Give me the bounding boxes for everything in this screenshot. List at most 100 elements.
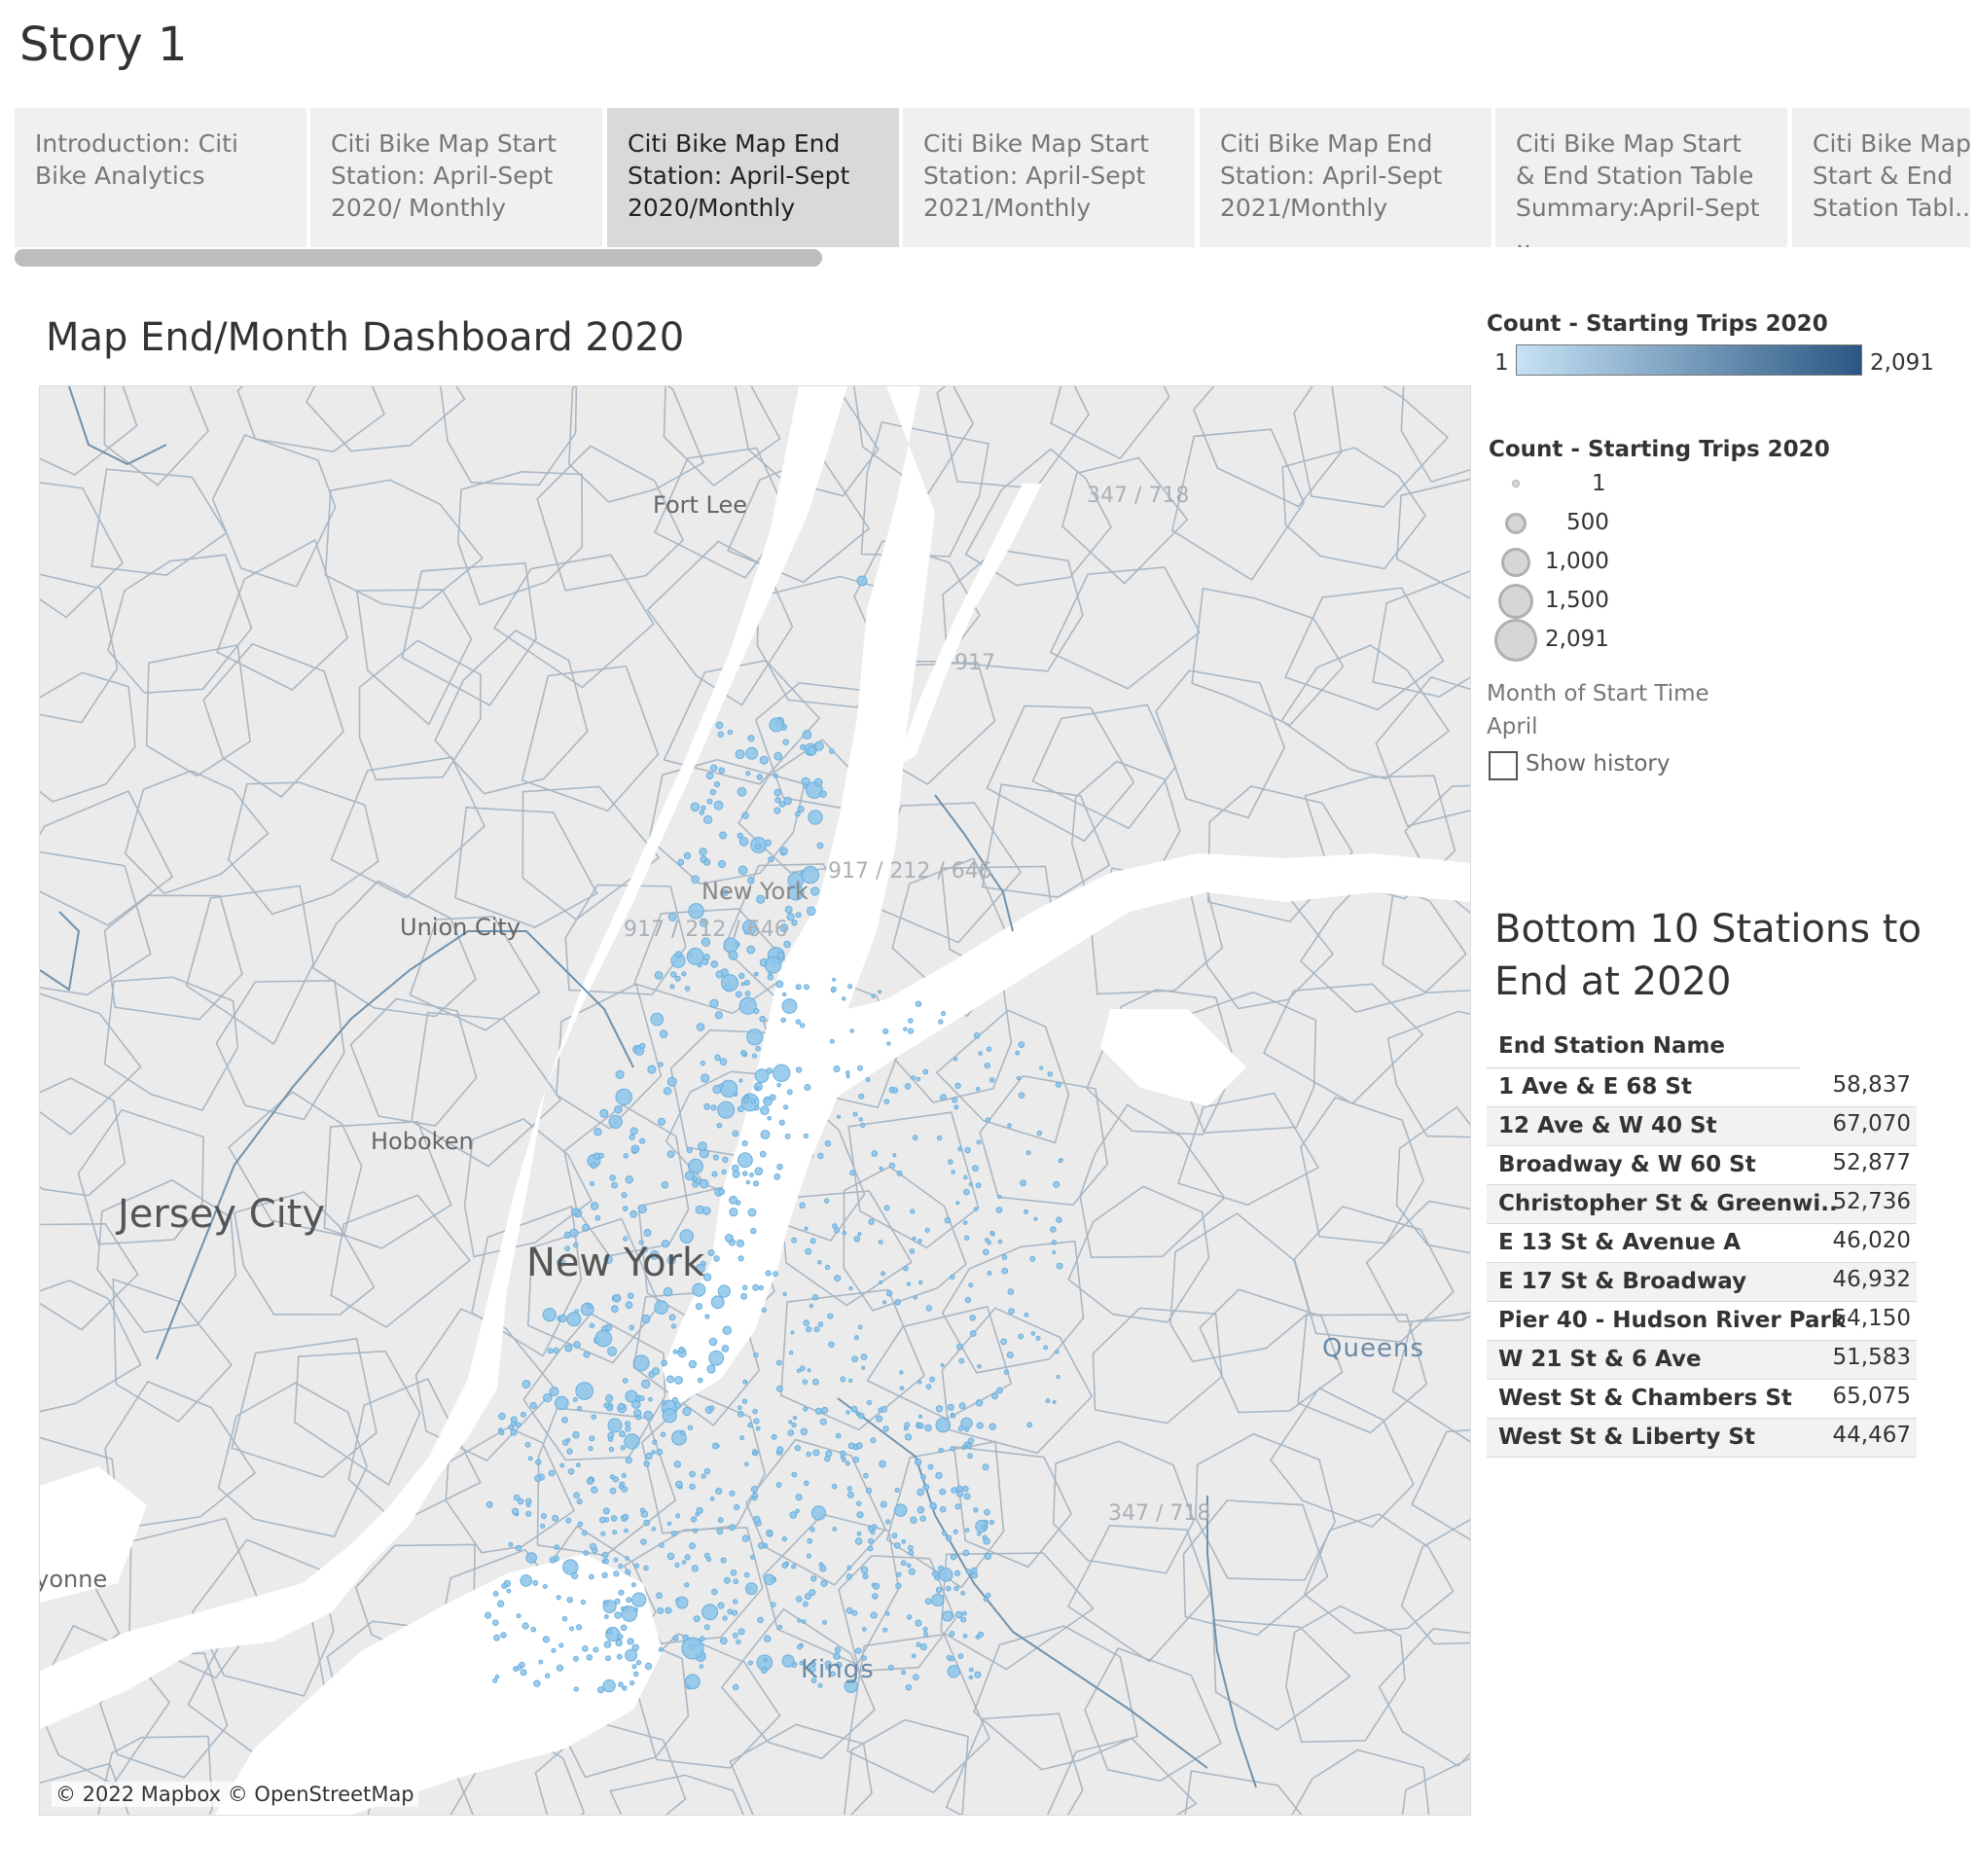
station-marker [605,1394,614,1403]
map-region [1067,1185,1210,1323]
station-marker [782,1291,787,1297]
station-marker [644,1662,653,1671]
station-marker [882,1425,889,1432]
station-marker [753,1515,761,1524]
station-marker [754,843,762,850]
station-marker [629,1127,638,1136]
map-attribution[interactable]: © 2022 Mapbox © OpenStreetMap [52,1782,418,1807]
map-view[interactable]: Fort Lee 347 / 718 917 917 / 212 / 646 N… [39,385,1471,1816]
table-header-end-station[interactable]: End Station Name [1487,1033,1800,1068]
station-marker [947,1403,954,1411]
station-marker [791,1471,798,1478]
station-marker [758,1542,765,1549]
show-history-label[interactable]: Show history [1526,751,1670,776]
station-marker [956,1490,964,1497]
table-row[interactable]: E 13 St & Avenue A 46,020 [1487,1224,1917,1263]
station-marker [674,1562,680,1569]
station-marker [525,1502,531,1508]
station-marker [621,1605,638,1622]
show-history-checkbox[interactable] [1489,751,1518,780]
station-marker [700,1636,705,1642]
station-marker [754,1068,770,1084]
station-marker [963,1188,970,1196]
station-marker [754,1104,760,1111]
station-marker [847,984,853,990]
station-marker [795,912,802,919]
station-marker [824,1264,831,1271]
station-marker [695,1511,701,1517]
station-count: 65,075 [1832,1384,1911,1409]
station-marker [802,1379,809,1386]
station-marker [917,1423,924,1429]
tab-map-end-2020[interactable]: Citi Bike Map End Station: April-Sept 20… [607,108,899,247]
tab-map-end-2021[interactable]: Citi Bike Map End Station: April-Sept 20… [1200,108,1492,247]
station-marker [961,1610,967,1616]
station-marker [850,1405,858,1413]
tab-scrollbar-thumb[interactable] [15,249,822,267]
table-row[interactable]: Pier 40 - Hudson River Park 54,150 [1487,1302,1917,1341]
station-marker [915,1000,922,1007]
table-row[interactable]: W 21 St & 6 Ave 51,583 [1487,1341,1917,1380]
station-marker [729,1208,738,1217]
tab-introduction[interactable]: Introduction: Citi Bike Analytics [15,108,306,247]
station-marker [966,1443,973,1449]
station-marker [719,1058,728,1066]
table-row[interactable]: West St & Liberty St 44,467 [1487,1419,1917,1458]
table-row[interactable]: E 17 St & Broadway 46,932 [1487,1263,1917,1302]
map-region [112,1278,234,1424]
station-marker [806,1451,812,1458]
station-marker [627,1292,634,1300]
map-region [40,671,136,803]
station-marker [651,1367,661,1376]
map-region [107,554,253,694]
station-marker [609,1174,617,1181]
table-row[interactable]: 1 Ave & E 68 St 58,837 [1487,1068,1917,1107]
station-marker [1056,1374,1060,1380]
table-row[interactable]: Christopher St & Greenwi.. 52,736 [1487,1185,1917,1224]
map-region [1177,1092,1320,1207]
station-marker [588,1573,594,1580]
station-marker [706,1364,716,1374]
tab-map-start-2020[interactable]: Citi Bike Map Start Station: April-Sept … [310,108,602,247]
table-row[interactable]: West St & Chambers St 65,075 [1487,1380,1917,1419]
station-marker [872,1593,879,1600]
station-marker [590,1202,599,1210]
station-marker [697,1377,703,1384]
station-marker [828,1341,835,1348]
station-marker [735,749,745,760]
station-marker [692,1180,700,1188]
station-marker [849,1170,856,1176]
station-marker [885,1519,891,1525]
tab-table-summary[interactable]: Citi Bike Map Start & End Station Table … [1495,108,1787,247]
month-filter-value[interactable]: April [1487,714,1538,740]
tab-table-summary-2[interactable]: Citi Bike Map Start & End Station Tabl.. [1792,108,1970,247]
station-marker [831,1483,838,1490]
station-marker [607,1346,618,1356]
station-marker [791,1564,797,1569]
station-marker [1018,1092,1025,1100]
station-marker [621,1192,628,1199]
station-marker [617,1633,624,1641]
station-marker [868,1537,874,1544]
station-marker [803,1406,809,1412]
station-marker [984,1508,990,1516]
station-marker [817,1152,824,1160]
station-marker [515,1544,522,1552]
map-canvas[interactable] [40,386,1470,1815]
station-count: 51,583 [1832,1345,1911,1370]
station-marker [625,1421,630,1427]
tab-scrollbar[interactable] [15,249,1970,267]
station-marker [494,1675,500,1679]
station-marker [813,1326,820,1333]
table-row[interactable]: 12 Ave & W 40 St 67,070 [1487,1107,1917,1146]
table-row[interactable]: Broadway & W 60 St 52,877 [1487,1146,1917,1185]
station-marker [845,1410,850,1415]
map-region [40,573,119,724]
station-marker [606,1629,613,1635]
station-marker [521,1380,531,1389]
tab-map-start-2021[interactable]: Citi Bike Map Start Station: April-Sept … [903,108,1195,247]
station-marker [681,971,687,977]
station-marker [740,982,745,987]
station-marker [613,1570,620,1577]
station-marker [1058,1158,1062,1164]
